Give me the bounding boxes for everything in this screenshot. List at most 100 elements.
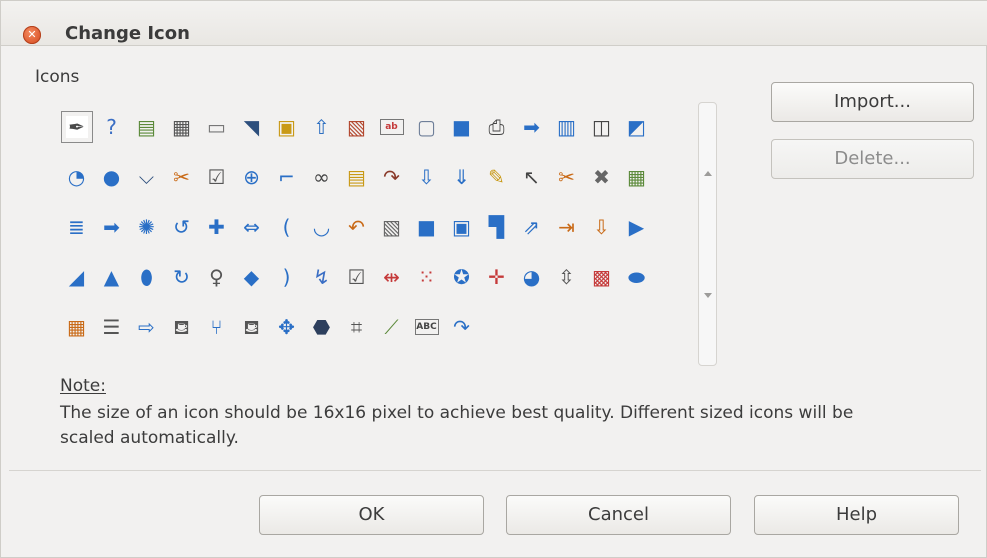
icon-cell[interactable]: ⟋ (374, 302, 409, 352)
icon-cell[interactable]: ✂ (164, 152, 199, 202)
icon-cell[interactable]: ( (269, 202, 304, 252)
icon-cell[interactable]: ⬣ (304, 302, 339, 352)
icon-cell[interactable]: ◢ (59, 252, 94, 302)
icon-cell[interactable]: ▣ (444, 202, 479, 252)
icon-cell[interactable]: ⇓ (444, 152, 479, 202)
icon-cell[interactable]: ▥ (549, 102, 584, 152)
icon-cell[interactable]: ↶ (339, 202, 374, 252)
icon-cell[interactable]: ▤ (339, 152, 374, 202)
icon-cell[interactable]: ↯ (304, 252, 339, 302)
icon-cell[interactable]: ⌐ (269, 152, 304, 202)
icon-cell[interactable]: ◫ (584, 102, 619, 152)
calendar-icon: ▦ (172, 115, 191, 139)
icon-cell[interactable]: ➡ (514, 102, 549, 152)
icon-cell[interactable]: ⑂ (199, 302, 234, 352)
printer-icon: ⎙ (488, 115, 505, 139)
icon-cell[interactable]: ⛾ (234, 302, 269, 352)
polygon-icon: ⟋ (384, 315, 399, 339)
icon-cell[interactable]: ⇗ (514, 202, 549, 252)
light-bulb-icon: ♀ (209, 265, 224, 289)
icon-cell[interactable]: ▜ (479, 202, 514, 252)
close-icon[interactable]: ✕ (23, 26, 41, 44)
icon-cell[interactable]: ✥ (269, 302, 304, 352)
icon-cell[interactable]: ⇨ (129, 302, 164, 352)
import-button[interactable]: Import... (771, 82, 974, 122)
scroll-up-icon[interactable] (704, 171, 712, 176)
split-cells-icon: ✛ (488, 265, 505, 289)
icon-cell[interactable]: ⎙ (479, 102, 514, 152)
pentagon-arrow-icon: ▶ (628, 215, 645, 239)
icon-cell[interactable]: ⌵ (129, 152, 164, 202)
icon-cell[interactable]: ◔ (59, 152, 94, 202)
icon-cell[interactable]: ■ (444, 102, 479, 152)
icon-cell[interactable]: ✂ (549, 152, 584, 202)
icon-cell[interactable]: ⁙ (409, 252, 444, 302)
icon-cell[interactable]: ◡ (304, 202, 339, 252)
icon-cell[interactable]: ▦ (164, 102, 199, 152)
icon-cell[interactable]: ? (94, 102, 129, 152)
icon-cell[interactable]: ◕ (514, 252, 549, 302)
icon-cell[interactable]: ▲ (94, 252, 129, 302)
color-grid-icon: ▩ (592, 265, 611, 289)
icon-cell[interactable]: ⬮ (129, 252, 164, 302)
icon-cell[interactable]: ♀ (199, 252, 234, 302)
icon-grid-scrollbar[interactable] (698, 102, 717, 366)
icon-cell[interactable]: ⬬ (619, 252, 654, 302)
icon-cell[interactable]: ☰ (94, 302, 129, 352)
icon-cell[interactable]: ) (269, 252, 304, 302)
lifebuoy-icon: ⊕ (243, 165, 260, 189)
ok-button[interactable]: OK (259, 495, 484, 535)
icon-cell[interactable]: ⌗ (339, 302, 374, 352)
icon-cell[interactable]: ☑ (339, 252, 374, 302)
icon-cell[interactable]: ↖ (514, 152, 549, 202)
icon-cell[interactable]: ✛ (479, 252, 514, 302)
icon-cell[interactable]: ⊕ (234, 152, 269, 202)
icon-cell[interactable]: ab (374, 102, 409, 152)
icon-cell[interactable]: ≣ (59, 202, 94, 252)
icon-cell[interactable]: ✚ (199, 202, 234, 252)
icon-cell[interactable]: ✖ (584, 152, 619, 202)
scroll-down-icon[interactable] (704, 293, 712, 298)
icon-cell[interactable]: ▣ (269, 102, 304, 152)
icon-cell[interactable]: ▢ (409, 102, 444, 152)
icon-cell[interactable]: ▦ (59, 302, 94, 352)
icon-cell[interactable]: ■ (409, 202, 444, 252)
icon-cell[interactable]: ▧ (339, 102, 374, 152)
icon-cell[interactable]: ABC (409, 302, 444, 352)
curved-arrow-alt-icon: ↷ (453, 315, 470, 339)
icon-cell[interactable]: ● (94, 152, 129, 202)
icon-cell[interactable]: ◩ (619, 102, 654, 152)
icon-cell[interactable]: ⇹ (374, 252, 409, 302)
icon-cell[interactable]: ↷ (444, 302, 479, 352)
icon-cell[interactable]: ↻ (164, 252, 199, 302)
icon-cell[interactable]: ▭ (199, 102, 234, 152)
icon-cell[interactable]: ⛾ (164, 302, 199, 352)
icon-cell[interactable]: ↺ (164, 202, 199, 252)
help-button[interactable]: Help (754, 495, 959, 535)
icon-cell[interactable]: ✺ (129, 202, 164, 252)
octagon-icon: ⬣ (312, 315, 331, 339)
icon-cell[interactable]: ✎ (479, 152, 514, 202)
icon-cell[interactable]: ✪ (444, 252, 479, 302)
icon-cell[interactable]: ⇩ (584, 202, 619, 252)
icon-cell[interactable]: ▧ (374, 202, 409, 252)
icon-cell[interactable]: ◥ (234, 102, 269, 152)
icon-cell[interactable]: ⇳ (549, 252, 584, 302)
icon-cell[interactable]: ☑ (199, 152, 234, 202)
icon-cell[interactable]: ✒ (59, 102, 94, 152)
icon-cell[interactable]: ▩ (584, 252, 619, 302)
delete-button[interactable]: Delete... (771, 139, 974, 179)
icon-cell[interactable]: ⇧ (304, 102, 339, 152)
icon-cell[interactable]: ➡ (94, 202, 129, 252)
cancel-button[interactable]: Cancel (506, 495, 731, 535)
icon-cell[interactable]: ▤ (129, 102, 164, 152)
arc-icon: ◡ (312, 215, 331, 239)
icon-cell[interactable]: ∞ (304, 152, 339, 202)
icon-cell[interactable]: ▦ (619, 152, 654, 202)
icon-cell[interactable]: ⇥ (549, 202, 584, 252)
icon-cell[interactable]: ▶ (619, 202, 654, 252)
icon-cell[interactable]: ⇔ (234, 202, 269, 252)
icon-cell[interactable]: ◆ (234, 252, 269, 302)
icon-cell[interactable]: ↷ (374, 152, 409, 202)
icon-cell[interactable]: ⇩ (409, 152, 444, 202)
